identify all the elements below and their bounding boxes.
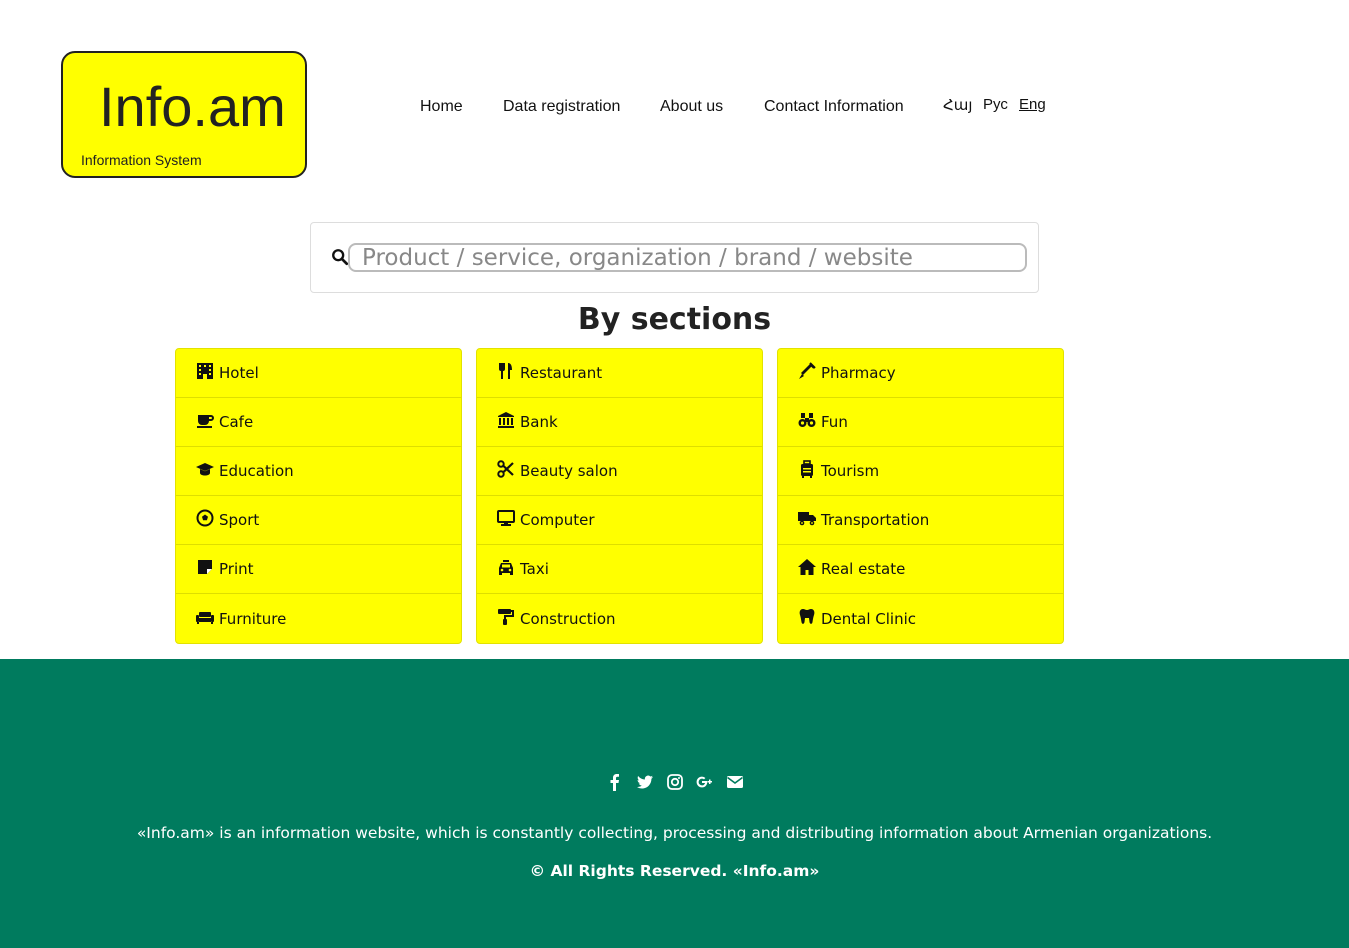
couch-icon [196,608,219,630]
category-label: Bank [520,413,558,431]
category-transportation[interactable]: Transportation [778,496,1063,545]
logo[interactable]: Info.am Information System [61,51,307,178]
sticky-note-icon [196,558,219,580]
category-cafe[interactable]: Cafe [176,398,461,447]
category-print[interactable]: Print [176,545,461,594]
social-links [0,773,1349,791]
lang-armenian[interactable]: Հայ [943,96,972,114]
search-box [310,222,1039,293]
category-label: Taxi [520,560,549,578]
twitter-icon[interactable] [636,773,654,791]
footer-copyright: © All Rights Reserved. «Info.am» [529,862,820,880]
utensils-icon [497,362,520,384]
nav-about-us[interactable]: About us [660,98,723,116]
category-hotel[interactable]: Hotel [176,349,461,398]
nav-contact-information[interactable]: Contact Information [764,98,904,116]
coffee-icon [196,411,219,433]
category-label: Fun [821,413,848,431]
paint-roller-icon [497,608,520,630]
sections-title: By sections [577,302,772,337]
category-taxi[interactable]: Taxi [477,545,762,594]
graduation-cap-icon [196,460,219,482]
category-education[interactable]: Education [176,447,461,496]
category-label: Print [219,560,254,578]
category-construction[interactable]: Construction [477,594,762,643]
category-bank[interactable]: Bank [477,398,762,447]
category-dental-clinic[interactable]: Dental Clinic [778,594,1063,643]
sections-column-3: Pharmacy Fun Tourism Transportation Real… [777,348,1064,644]
category-label: Education [219,462,294,480]
category-tourism[interactable]: Tourism [778,447,1063,496]
scissors-icon [497,460,520,482]
logo-subtitle: Information System [81,152,202,168]
category-furniture[interactable]: Furniture [176,594,461,643]
category-label: Beauty salon [520,462,618,480]
soccer-ball-icon [196,509,219,531]
lang-english[interactable]: Eng [1019,96,1046,113]
nav-home[interactable]: Home [420,98,463,116]
footer-about-text: «Info.am» is an information website, whi… [136,824,1213,842]
footer: «Info.am» is an information website, whi… [0,659,1349,948]
category-label: Transportation [821,511,930,529]
category-real-estate[interactable]: Real estate [778,545,1063,594]
category-beauty-salon[interactable]: Beauty salon [477,447,762,496]
google-plus-icon[interactable] [696,773,714,791]
category-label: Pharmacy [821,364,896,382]
hotel-icon [196,362,219,384]
category-label: Hotel [219,364,259,382]
category-pharmacy[interactable]: Pharmacy [778,349,1063,398]
logo-title: Info.am [99,75,286,138]
search-icon[interactable] [331,248,349,266]
category-label: Construction [520,609,616,628]
instagram-icon[interactable] [666,773,684,791]
category-restaurant[interactable]: Restaurant [477,349,762,398]
category-label: Cafe [219,413,254,431]
tooth-icon [798,608,821,630]
category-label: Real estate [821,560,906,578]
syringe-icon [798,362,821,384]
category-label: Tourism [821,462,880,480]
home-icon [798,558,821,580]
truck-icon [798,509,821,531]
sections-column-2: Restaurant Bank Beauty salon Computer Ta… [476,348,763,644]
nav-data-registration[interactable]: Data registration [503,98,620,116]
category-label: Computer [520,511,595,529]
desktop-icon [497,509,520,531]
suitcase-icon [798,460,821,482]
category-label: Sport [219,511,260,529]
sections-column-1: Hotel Cafe Education Sport Print Furnitu… [175,348,462,644]
lang-russian[interactable]: Рус [983,96,1008,113]
facebook-icon[interactable] [606,773,624,791]
category-label: Furniture [219,609,287,628]
category-fun[interactable]: Fun [778,398,1063,447]
category-label: Dental Clinic [821,609,917,628]
envelope-icon[interactable] [726,773,744,791]
category-label: Restaurant [520,364,603,382]
binoculars-icon [798,411,821,433]
bank-icon [497,411,520,433]
category-sport[interactable]: Sport [176,496,461,545]
category-computer[interactable]: Computer [477,496,762,545]
search-input[interactable] [348,243,1027,272]
taxi-icon [497,558,520,580]
